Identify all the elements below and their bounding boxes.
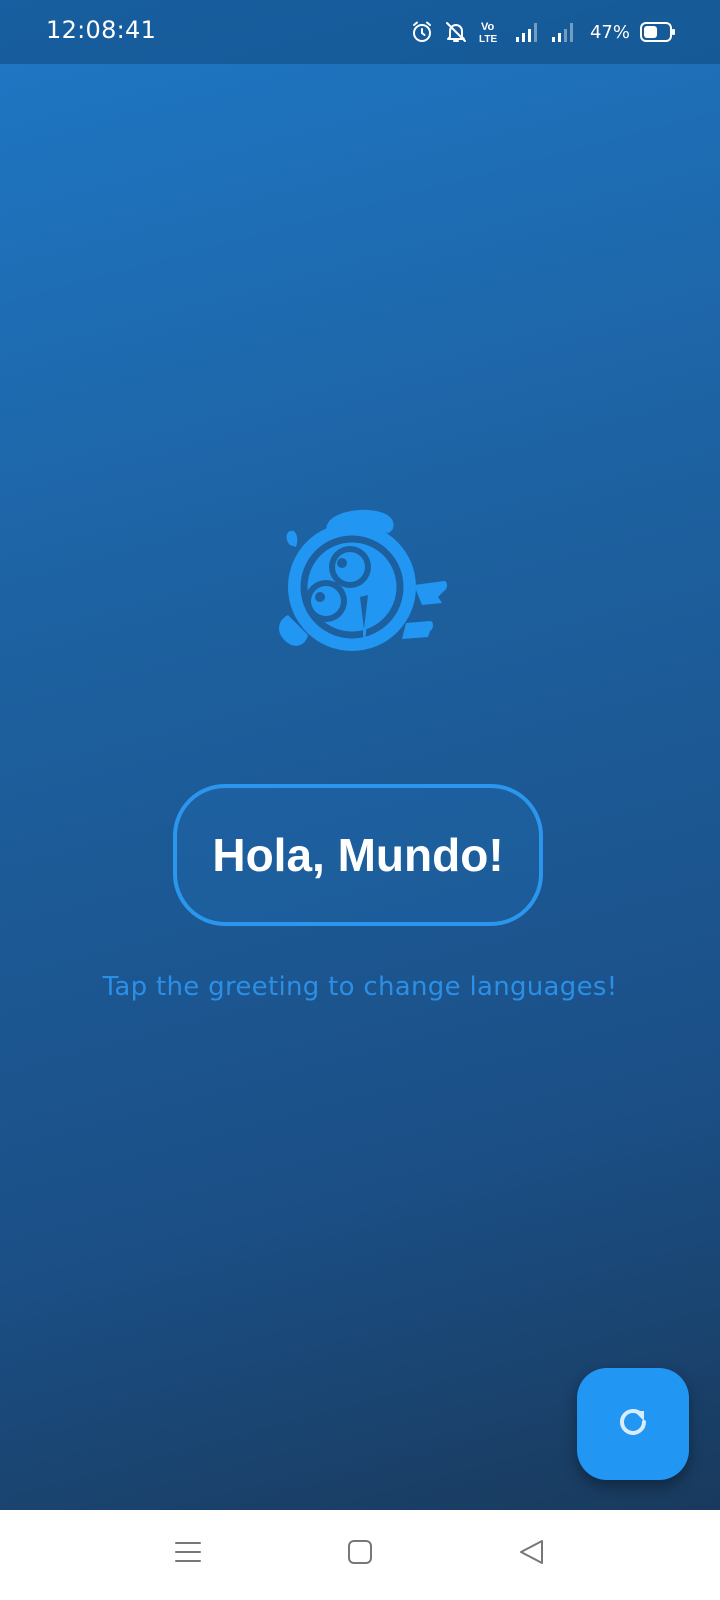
volte-top-text: Vo bbox=[481, 21, 495, 33]
kiwi-bird-logo-icon bbox=[276, 505, 456, 675]
hint-text: Tap the greeting to change languages! bbox=[102, 972, 618, 1002]
nav-menu-button[interactable] bbox=[163, 1532, 213, 1576]
greeting-button[interactable]: Hola, Mundo! bbox=[173, 784, 543, 926]
signal-icon bbox=[550, 20, 576, 44]
status-time: 12:08:41 bbox=[46, 16, 157, 44]
alarm-icon bbox=[410, 20, 434, 44]
battery-icon bbox=[640, 21, 676, 43]
app-background bbox=[0, 0, 720, 1510]
volte-bottom-text: LTE bbox=[479, 34, 497, 45]
signal-icon bbox=[514, 20, 540, 44]
menu-icon bbox=[174, 1538, 202, 1571]
navigation-bar bbox=[0, 1510, 720, 1600]
battery-percent: 47% bbox=[589, 21, 630, 43]
refresh-icon bbox=[613, 1402, 653, 1447]
home-icon bbox=[346, 1538, 374, 1571]
volte-icon: Vo LTE bbox=[478, 19, 504, 45]
status-icons: Vo LTE 47% bbox=[410, 17, 676, 47]
greeting-text: Hola, Mundo! bbox=[212, 829, 504, 881]
nav-home-button[interactable] bbox=[335, 1532, 385, 1576]
status-bar: 12:08:41 Vo LTE 47% bbox=[0, 0, 720, 64]
back-icon bbox=[518, 1538, 546, 1571]
nav-back-button[interactable] bbox=[507, 1532, 557, 1576]
refresh-button[interactable] bbox=[577, 1368, 689, 1480]
notifications-off-icon bbox=[444, 20, 468, 44]
